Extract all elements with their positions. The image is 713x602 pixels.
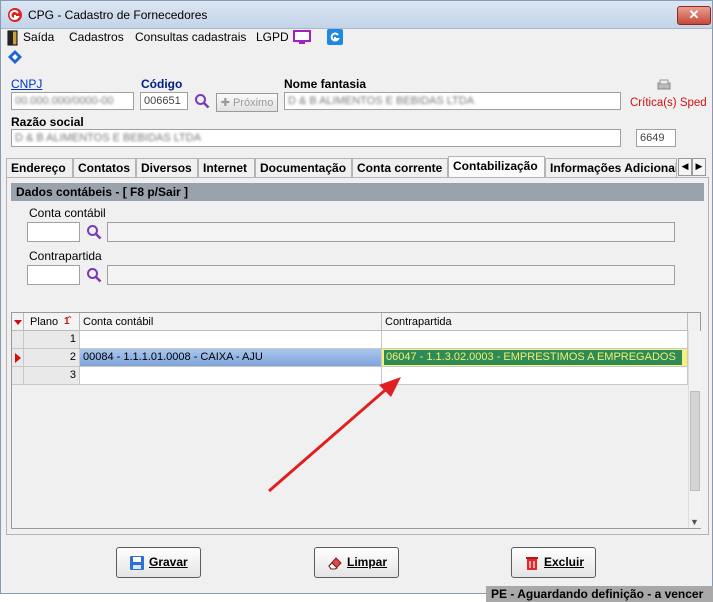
limpar-button[interactable]: Limpar <box>314 547 399 578</box>
razao-social-value: D & B ALIMENTOS E BEBIDAS LTDA <box>15 132 202 144</box>
criticas-sped-label[interactable]: Crítica(s) Sped <box>630 97 707 109</box>
tab-conta-corrente[interactable]: Conta corrente <box>352 158 448 178</box>
nome-fantasia-value: D & B ALIMENTOS E BEBIDAS LTDA <box>288 95 475 107</box>
grid-menu-icon[interactable] <box>12 313 24 331</box>
excluir-label: Excluir <box>544 555 585 569</box>
eraser-icon <box>328 557 342 570</box>
current-row-arrow-icon <box>15 353 21 363</box>
save-disk-icon <box>130 556 144 570</box>
printer-icon[interactable] <box>657 79 671 91</box>
menu-bar: Saída Cadastros Consultas cadastrais LGP… <box>1 28 712 48</box>
cell-contrapartida: 06047 - 1.1.3.02.0003 - EMPRESTIMOS A EM… <box>384 350 682 365</box>
contrapartida-search-icon[interactable] <box>86 267 102 283</box>
tab-endereco[interactable]: Endereço <box>6 158 73 178</box>
plus-icon: ✚ <box>220 97 233 109</box>
gravar-label: Gravar <box>149 555 188 569</box>
exit-door-icon <box>7 30 18 46</box>
contrapartida-desc-field <box>107 265 675 285</box>
status-strip: PE - Aguardando definição - a vencer <box>486 586 713 602</box>
g-app-icon[interactable] <box>327 29 343 45</box>
col-plano-label: Plano <box>30 316 59 328</box>
monitor-icon[interactable] <box>293 30 311 45</box>
window-title: CPG - Cadastro de Fornecedores <box>28 8 208 22</box>
cell-plano: 2 <box>24 349 80 367</box>
scroll-down-icon[interactable]: ▼ <box>690 517 699 527</box>
excluir-button[interactable]: Excluir <box>511 547 596 578</box>
codigo-field[interactable]: 006651 <box>140 92 188 110</box>
menu-consultas-cadastrais[interactable]: Consultas cadastrais <box>135 30 246 44</box>
search-icon[interactable] <box>194 93 210 109</box>
tab-scroll-left-icon[interactable]: ◀ <box>678 158 692 176</box>
conta-search-icon[interactable] <box>86 224 102 240</box>
main-window: CPG - Cadastro de Fornecedores ✕ Saída C… <box>0 0 713 594</box>
codigo-label: Código <box>141 77 183 91</box>
limpar-label: Limpar <box>347 555 388 569</box>
scrollbar-thumb[interactable] <box>690 391 700 491</box>
tab-internet[interactable]: Internet <box>198 158 255 178</box>
tab-documentacao[interactable]: Documentação <box>255 158 352 178</box>
grid-vertical-scrollbar[interactable]: ▼ <box>688 331 701 528</box>
menu-saida[interactable]: Saída <box>23 30 54 44</box>
cnpj-label[interactable]: CNPJ <box>11 77 42 91</box>
tab-diversos[interactable]: Diversos <box>136 158 198 178</box>
tab-strip: Endereço Contatos Diversos Internet Docu… <box>6 156 709 178</box>
proximo-button[interactable]: ✚ Próximo <box>216 93 278 112</box>
razao-social-field[interactable]: D & B ALIMENTOS E BEBIDAS LTDA <box>11 129 621 147</box>
row-indicator-current <box>12 349 24 367</box>
contrapartida-label: Contrapartida <box>29 249 102 263</box>
section-header: Dados contábeis - [ F8 p/Sair ] <box>11 183 704 201</box>
tab-contatos[interactable]: Contatos <box>73 158 136 178</box>
col-conta-header[interactable]: Conta contábil <box>80 313 382 331</box>
razao-extra-field[interactable]: 6649 <box>636 129 676 147</box>
cnpj-value: 00.000.000/0000-00 <box>15 95 114 107</box>
annotation-arrow <box>268 377 401 493</box>
col-plano-header[interactable]: Plano 1̂ <box>24 313 80 331</box>
menu-lgpd[interactable]: LGPD <box>256 30 289 44</box>
nome-fantasia-label: Nome fantasia <box>284 77 367 91</box>
tab-contabilizacao[interactable]: Contabilização <box>448 156 545 178</box>
tab-informacoes-adicionais[interactable]: Informações Adicionai <box>545 158 677 178</box>
sort-asc-icon: 1̂ <box>64 316 70 327</box>
title-bar: CPG - Cadastro de Fornecedores ✕ <box>1 1 712 29</box>
col-contrapartida-header[interactable]: Contrapartida <box>382 313 688 331</box>
cell-conta[interactable]: 00084 - 1.1.1.01.0008 - CAIXA - AJU <box>80 349 382 367</box>
row-indicator <box>12 367 24 385</box>
razao-social-label: Razão social <box>11 115 84 129</box>
cell-plano: 1 <box>24 331 80 349</box>
tab-scroll-right-icon[interactable]: ▶ <box>692 158 706 176</box>
gravar-button[interactable]: Gravar <box>116 547 201 578</box>
cell-contrapartida[interactable] <box>382 367 688 385</box>
cell-contrapartida[interactable] <box>382 331 688 349</box>
nome-fantasia-field[interactable]: D & B ALIMENTOS E BEBIDAS LTDA <box>284 92 621 110</box>
conta-contabil-desc-field <box>107 222 675 242</box>
trash-icon <box>526 557 538 570</box>
cell-conta[interactable] <box>80 331 382 349</box>
menu-cadastros[interactable]: Cadastros <box>69 30 124 44</box>
cell-plano: 3 <box>24 367 80 385</box>
cell-contrapartida-highlight[interactable]: 06047 - 1.1.3.02.0003 - EMPRESTIMOS A EM… <box>382 349 688 367</box>
conta-contabil-label: Conta contábil <box>29 206 106 220</box>
close-button[interactable]: ✕ <box>677 6 711 25</box>
conta-contabil-code-field[interactable] <box>27 222 80 242</box>
app-logo-icon <box>8 8 22 22</box>
proximo-label: Próximo <box>232 97 274 109</box>
blue-diamond-icon[interactable] <box>7 49 23 65</box>
cnpj-field[interactable]: 00.000.000/0000-00 <box>11 92 134 110</box>
contrapartida-code-field[interactable] <box>27 265 80 285</box>
row-indicator <box>12 331 24 349</box>
